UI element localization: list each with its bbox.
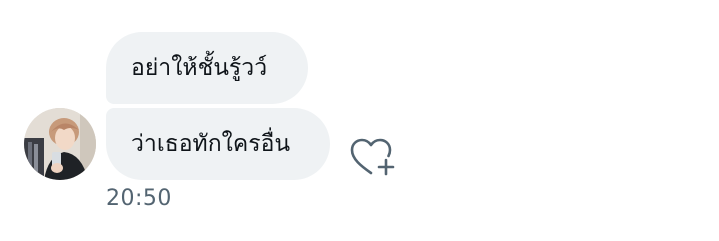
avatar[interactable]: [24, 108, 96, 180]
react-button[interactable]: [349, 136, 397, 180]
message-text: อย่าให้ชั้นรู้วว์: [131, 55, 268, 81]
avatar-photo: [24, 108, 96, 180]
message-text: ว่าเธอทักใครอื่น: [131, 131, 291, 157]
heart-plus-icon: [350, 138, 395, 176]
message-bubble[interactable]: อย่าให้ชั้นรู้วว์: [106, 32, 308, 104]
message-thread: อย่าให้ชั้นรู้วว์ ว่าเธอทักใครอื่น 20:50: [0, 0, 719, 241]
message-timestamp: 20:50: [106, 186, 172, 211]
message-bubble[interactable]: ว่าเธอทักใครอื่น: [106, 108, 330, 180]
